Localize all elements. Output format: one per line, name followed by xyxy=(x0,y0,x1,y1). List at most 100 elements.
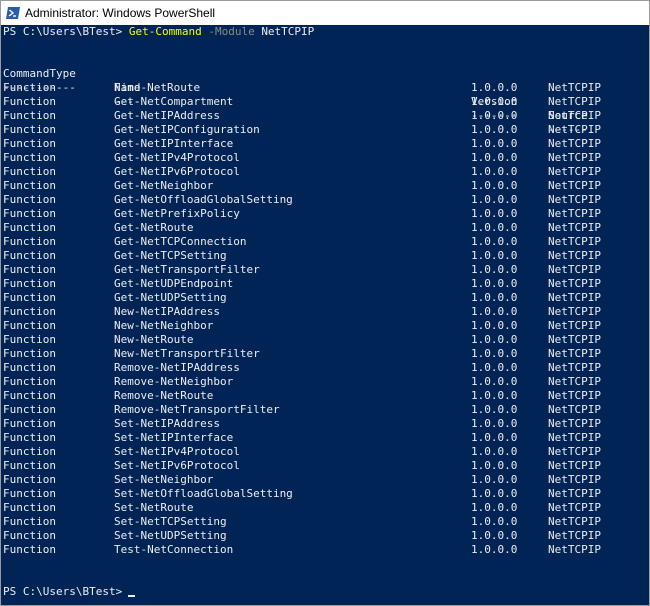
cell-name: Get-NetOffloadGlobalSetting xyxy=(114,193,293,206)
table-row: Function Test-NetConnection 1.0.0.0 NetTCPI… xyxy=(1,543,649,557)
cell-version: 1.0.0.0 xyxy=(471,109,518,122)
cell-source: NetTCPIP xyxy=(548,515,601,528)
cell-version: 1.0.0.0 xyxy=(471,291,518,304)
cell-source: NetTCPIP xyxy=(548,123,601,136)
table-row: Function Get-NetIPConfiguration 1.0.0.0 Net… xyxy=(1,123,649,137)
cell-source: NetTCPIP xyxy=(548,291,601,304)
cell-commandtype: Function xyxy=(3,515,56,528)
current-prompt-line[interactable]: PS C:\Users\BTest> xyxy=(3,585,136,599)
command-parameter: -Module xyxy=(208,25,255,38)
table-row: Function Get-NetIPv6Protocol 1.0.0.0 NetTCP… xyxy=(1,165,649,179)
table-row: Function New-NetTransportFilter 1.0.0.0 Net… xyxy=(1,347,649,361)
cell-name: Remove-NetRoute xyxy=(114,389,214,402)
table-row: Function Remove-NetTransportFilter 1.0.0.0… xyxy=(1,403,649,417)
cell-version: 1.0.0.0 xyxy=(471,249,518,262)
cell-commandtype: Function xyxy=(3,473,56,486)
cell-version: 1.0.0.0 xyxy=(471,81,518,94)
cell-commandtype: Function xyxy=(3,305,56,318)
cell-version: 1.0.0.0 xyxy=(471,319,518,332)
cell-name: Get-NetNeighbor xyxy=(114,179,214,192)
cell-source: NetTCPIP xyxy=(548,319,601,332)
cell-version: 1.0.0.0 xyxy=(471,193,518,206)
cell-source: NetTCPIP xyxy=(548,263,601,276)
cell-source: NetTCPIP xyxy=(548,403,601,416)
table-row: Function Get-NetPrefixPolicy 1.0.0.0 NetTCP… xyxy=(1,207,649,221)
cell-version: 1.0.0.0 xyxy=(471,529,518,542)
cell-name: Get-NetIPv4Protocol xyxy=(114,151,240,164)
cell-name: Set-NetIPv4Protocol xyxy=(114,445,240,458)
text-cursor xyxy=(128,595,136,597)
cell-name: Test-NetConnection xyxy=(114,543,234,556)
title-bar[interactable]: Administrator: Windows PowerShell xyxy=(1,1,649,25)
cell-source: NetTCPIP xyxy=(548,375,601,388)
cell-name: New-NetNeighbor xyxy=(114,319,214,332)
cell-name: Set-NetIPv6Protocol xyxy=(114,459,240,472)
table-row: Function Get-NetUDPEndpoint 1.0.0.0 NetTCPI… xyxy=(1,277,649,291)
cell-version: 1.0.0.0 xyxy=(471,137,518,150)
cell-source: NetTCPIP xyxy=(548,389,601,402)
table-row: Function Set-NetUDPSetting 1.0.0.0 NetTCPIP xyxy=(1,529,649,543)
cell-version: 1.0.0.0 xyxy=(471,305,518,318)
cell-commandtype: Function xyxy=(3,445,56,458)
cell-version: 1.0.0.0 xyxy=(471,459,518,472)
cell-name: Get-NetPrefixPolicy xyxy=(114,207,240,220)
cell-name: Get-NetIPInterface xyxy=(114,137,234,150)
command-line: PS C:\Users\BTest> Get-Command -Module N… xyxy=(3,25,314,39)
prompt: PS C:\Users\BTest> xyxy=(3,25,123,38)
console-area[interactable]: PS C:\Users\BTest> Get-Command -Module N… xyxy=(1,25,649,605)
command-name: Get-Command xyxy=(128,25,202,38)
cell-version: 1.0.0.0 xyxy=(471,431,518,444)
cell-version: 1.0.0.0 xyxy=(471,95,518,108)
cell-version: 1.0.0.0 xyxy=(471,151,518,164)
cell-commandtype: Function xyxy=(3,361,56,374)
table-row: Function Set-NetIPv4Protocol 1.0.0.0 NetTCP… xyxy=(1,445,649,459)
table-row: Function Set-NetNeighbor 1.0.0.0 NetTCPIP xyxy=(1,473,649,487)
table-row: Function Get-NetIPInterface 1.0.0.0 NetTCPI… xyxy=(1,137,649,151)
table-row: Function Get-NetCompartment 1.0.0.0 NetTCPI… xyxy=(1,95,649,109)
cell-name: Find-NetRoute xyxy=(114,81,201,94)
table-row: Function New-NetRoute 1.0.0.0 NetTCPIP xyxy=(1,333,649,347)
table-row: Function Get-NetUDPSetting 1.0.0.0 NetTCPIP xyxy=(1,291,649,305)
table-row: Function Set-NetIPv6Protocol 1.0.0.0 NetTCP… xyxy=(1,459,649,473)
cell-source: NetTCPIP xyxy=(548,165,601,178)
cell-source: NetTCPIP xyxy=(548,361,601,374)
cell-source: NetTCPIP xyxy=(548,501,601,514)
command-table: Function Find-NetRoute 1.0.0.0 NetTCPIP Func… xyxy=(1,81,649,557)
cell-name: Get-NetUDPSetting xyxy=(114,291,227,304)
cell-commandtype: Function xyxy=(3,109,56,122)
table-row: Function Remove-NetRoute 1.0.0.0 NetTCPIP xyxy=(1,389,649,403)
table-row: Function New-NetNeighbor 1.0.0.0 NetTCPIP xyxy=(1,319,649,333)
cell-version: 1.0.0.0 xyxy=(471,123,518,136)
cell-source: NetTCPIP xyxy=(548,459,601,472)
table-row: Function Find-NetRoute 1.0.0.0 NetTCPIP xyxy=(1,81,649,95)
cell-commandtype: Function xyxy=(3,221,56,234)
table-row: Function Get-NetIPAddress 1.0.0.0 NetTCPIP xyxy=(1,109,649,123)
cell-source: NetTCPIP xyxy=(548,473,601,486)
table-row: Function Set-NetIPInterface 1.0.0.0 NetTCPI… xyxy=(1,431,649,445)
cell-version: 1.0.0.0 xyxy=(471,403,518,416)
cell-version: 1.0.0.0 xyxy=(471,361,518,374)
cell-version: 1.0.0.0 xyxy=(471,333,518,346)
cell-name: Get-NetTCPConnection xyxy=(114,235,247,248)
cell-version: 1.0.0.0 xyxy=(471,207,518,220)
cell-commandtype: Function xyxy=(3,277,56,290)
cell-commandtype: Function xyxy=(3,291,56,304)
table-row: Function Remove-NetNeighbor 1.0.0.0 NetTCPI… xyxy=(1,375,649,389)
cell-commandtype: Function xyxy=(3,151,56,164)
cell-name: New-NetIPAddress xyxy=(114,305,220,318)
cell-version: 1.0.0.0 xyxy=(471,277,518,290)
cell-name: Set-NetOffloadGlobalSetting xyxy=(114,487,293,500)
table-header-underline: ----------- ---- ------- ------ xyxy=(1,67,649,136)
cell-commandtype: Function xyxy=(3,95,56,108)
cell-source: NetTCPIP xyxy=(548,235,601,248)
cell-name: Set-NetIPInterface xyxy=(114,431,234,444)
cell-commandtype: Function xyxy=(3,375,56,388)
cell-version: 1.0.0.0 xyxy=(471,165,518,178)
cell-source: NetTCPIP xyxy=(548,417,601,430)
cell-version: 1.0.0.0 xyxy=(471,445,518,458)
cell-version: 1.0.0.0 xyxy=(471,263,518,276)
cell-commandtype: Function xyxy=(3,235,56,248)
cell-name: New-NetRoute xyxy=(114,333,194,346)
table-row: Function Set-NetIPAddress 1.0.0.0 NetTCPIP xyxy=(1,417,649,431)
cell-name: Set-NetNeighbor xyxy=(114,473,214,486)
